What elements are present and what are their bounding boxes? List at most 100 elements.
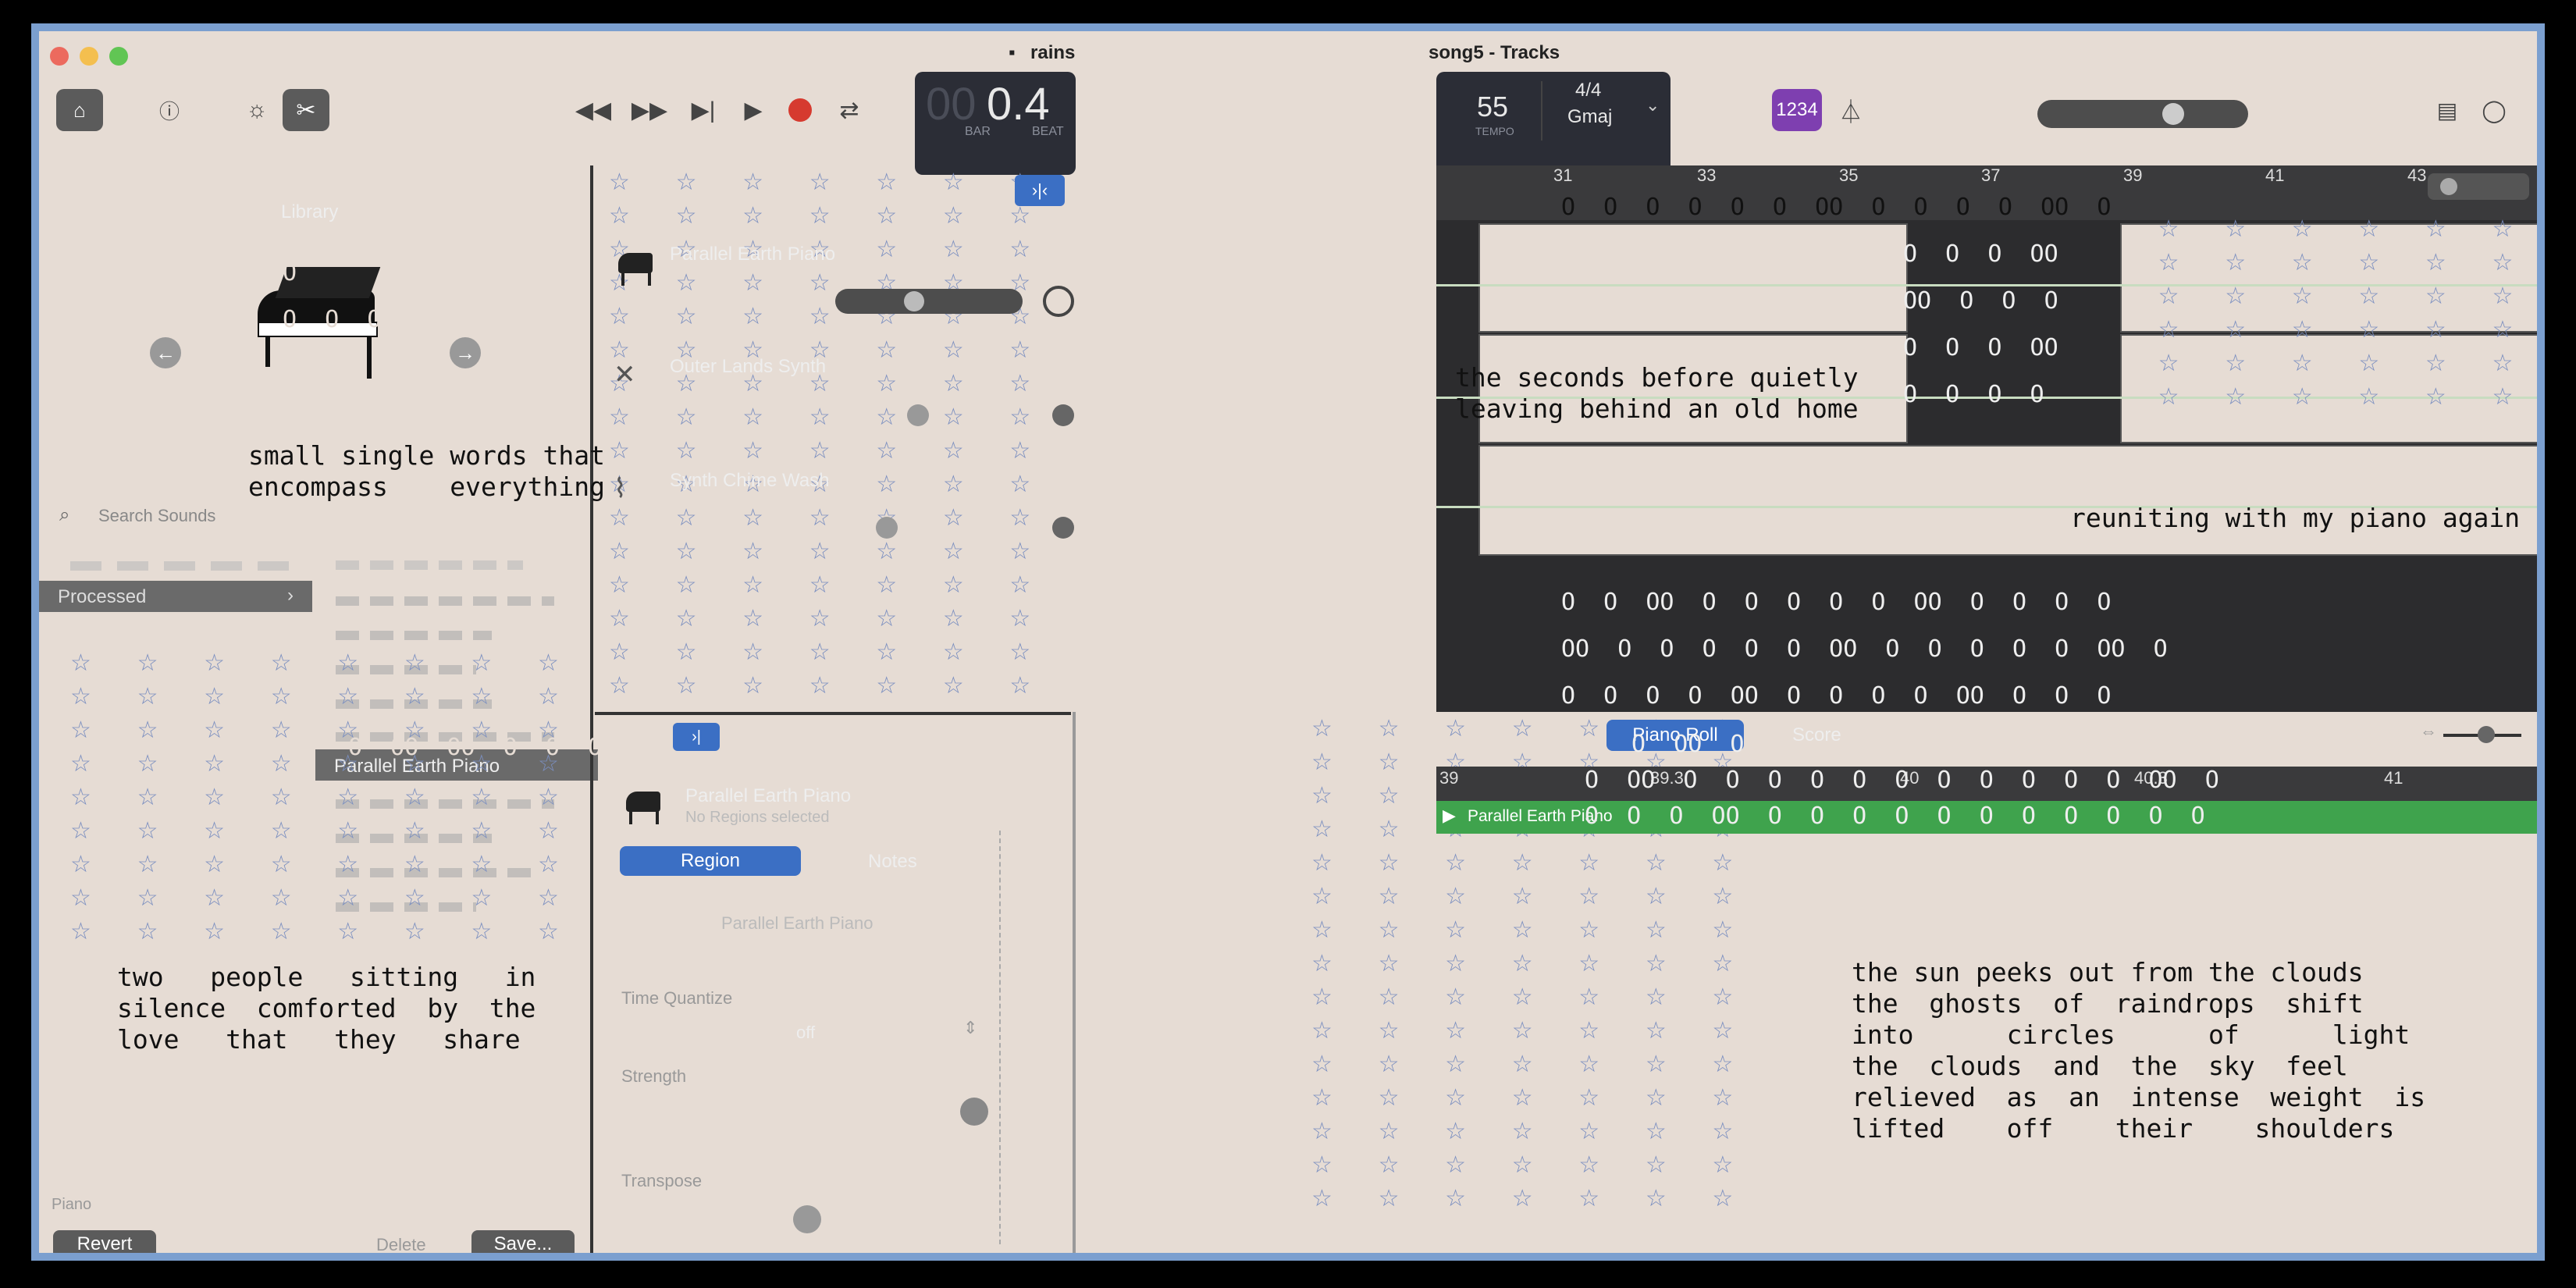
tab-notes[interactable]: Notes: [868, 851, 917, 873]
star-overlay: ☆ ☆ ☆ ☆ ☆ ☆ ☆ ☆ ☆ ☆ ☆ ☆ ☆ ☆ ☆ ☆ ☆ ☆ ☆ ☆ …: [70, 650, 570, 945]
key-signature: Gmaj: [1567, 106, 1613, 127]
list-faded-row: [336, 631, 492, 640]
region-name-field[interactable]: Parallel Earth Piano: [721, 913, 873, 934]
ruler-bar-41: 41: [2265, 165, 2285, 185]
notepad-icon[interactable]: ▤: [2428, 89, 2467, 131]
region-label: Outer Lands Synth: [1491, 337, 1615, 354]
tracks-area[interactable]: 31 33 35 37 39 41 43 Outer Lands Synth P…: [1436, 165, 2537, 712]
track-pan-knob[interactable]: [1043, 286, 1074, 317]
next-patch-icon[interactable]: →: [450, 337, 481, 368]
list-faded-row: [336, 560, 523, 570]
zoom-slider-knob[interactable]: [2440, 178, 2457, 195]
poem-text: reuniting with my piano again: [2070, 503, 2521, 533]
master-volume-knob[interactable]: [2162, 103, 2184, 125]
track-volume-knob[interactable]: [907, 404, 929, 426]
loop-browser-icon[interactable]: ◯: [2475, 89, 2514, 131]
tab-score[interactable]: Score: [1792, 724, 1841, 746]
footer-path[interactable]: Piano: [52, 1196, 91, 1214]
title-bar: ▪ rains song5 - Tracks: [39, 31, 2537, 72]
track-pan-knob[interactable]: [1052, 404, 1074, 426]
previous-patch-icon[interactable]: ←: [150, 337, 181, 368]
time-quantize-select[interactable]: off: [796, 1023, 815, 1043]
lcd-display[interactable]: 00 0.4 BAR BEAT: [915, 72, 1076, 175]
catch-playhead-icon[interactable]: ›|‹: [1015, 175, 1065, 206]
library-title: Library: [281, 201, 339, 222]
inspector-divider: [595, 712, 1071, 715]
lcd-bar-label: BAR: [965, 125, 991, 138]
close-button[interactable]: [50, 47, 69, 66]
revert-button[interactable]: Revert: [53, 1230, 156, 1253]
region-play-icon: ▶: [1443, 806, 1456, 825]
strength-knob[interactable]: [960, 1098, 988, 1126]
zeros-overlay: O OO: [250, 540, 321, 568]
lcd-beat-label: BEAT: [1032, 125, 1064, 138]
editor-zoom-slider[interactable]: [2443, 726, 2521, 743]
inspector-track-name: Parallel Earth Piano: [685, 785, 852, 806]
list-faded-row: [336, 596, 554, 606]
record-button[interactable]: [781, 89, 820, 131]
editor-ruler-39: 39: [1439, 768, 1459, 788]
play-icon[interactable]: ▶: [734, 89, 773, 131]
synth-icon: ✕: [614, 360, 636, 390]
window-frame: ▪ rains song5 - Tracks ⌂ ⓘ ☼ ✂ ◀◀ ▶▶ ▶| …: [31, 23, 2545, 1261]
time-signature: 4/4: [1575, 80, 1602, 101]
fast-forward-icon[interactable]: ▶▶: [628, 89, 671, 131]
lcd-divider: [1541, 81, 1542, 141]
go-to-end-icon[interactable]: ▶|: [684, 89, 723, 131]
record-icon: [788, 98, 812, 122]
title-lock-icon: ▪: [1009, 42, 1016, 63]
tempo-value: 55: [1477, 91, 1509, 123]
ruler-bar-31: 31: [1553, 165, 1573, 185]
count-in-button[interactable]: 1234: [1772, 89, 1822, 131]
lcd-bar-digits: 00: [926, 79, 977, 130]
metronome-icon[interactable]: ⏃: [1831, 89, 1870, 131]
regions-selected-text: No Regions selected: [685, 809, 830, 826]
smart-controls-icon[interactable]: ☼: [236, 89, 278, 131]
inspector-guide: [999, 831, 1002, 1244]
zoom-button[interactable]: [109, 47, 128, 66]
zeros-overlay: O OO O: [1631, 731, 1745, 758]
region-label: Synth Chime Wash: [1491, 448, 1617, 464]
sidebar-item-processed[interactable]: Processed ›: [39, 581, 312, 612]
cycle-icon[interactable]: ⇄: [827, 89, 871, 131]
track-volume-knob[interactable]: [904, 291, 924, 311]
zoom-slider[interactable]: [2428, 173, 2529, 200]
editors-scissors-icon[interactable]: ✂: [283, 89, 329, 131]
ruler-bar-37: 37: [1981, 165, 2001, 185]
editor-zoom-icon: ⇔: [2420, 721, 2437, 741]
track-name[interactable]: Synth Chime Wash: [670, 470, 830, 492]
window-title-left: rains: [1030, 42, 1076, 63]
zeros-overlay: O O O O O O OO O O O O OO O: [1561, 194, 2112, 221]
search-icon: ⌕: [59, 504, 70, 525]
poem-text: the sun peeks out from the clouds the gh…: [1852, 957, 2426, 1144]
transpose-label: Transpose: [621, 1171, 703, 1190]
save-button[interactable]: Save...: [471, 1230, 575, 1253]
rewind-icon[interactable]: ◀◀: [571, 89, 615, 131]
master-volume-slider[interactable]: [2037, 100, 2248, 128]
library-icon[interactable]: ⌂: [56, 89, 103, 131]
inspector-edge: [1073, 712, 1076, 1253]
editor-zoom-knob[interactable]: [2478, 726, 2495, 743]
piano-icon: [610, 242, 665, 289]
chevron-right-icon: ›: [287, 585, 294, 606]
track-volume-slider[interactable]: [835, 289, 1023, 314]
track-name[interactable]: Parallel Earth Piano: [670, 244, 835, 265]
lcd-chevron-down-icon[interactable]: ⌄: [1646, 95, 1660, 116]
help-icon[interactable]: ⓘ: [148, 89, 190, 131]
minimize-button[interactable]: [80, 47, 98, 66]
track-name[interactable]: Outer Lands Synth: [670, 356, 826, 378]
tempo-label: TEMPO: [1475, 125, 1514, 137]
garageband-window: ▪ rains song5 - Tracks ⌂ ⓘ ☼ ✂ ◀◀ ▶▶ ▶| …: [39, 31, 2537, 1253]
transpose-knob[interactable]: [793, 1205, 821, 1233]
delete-button[interactable]: Delete: [376, 1235, 426, 1253]
region[interactable]: Outer Lands Synth: [1478, 223, 1908, 333]
search-sounds-input[interactable]: Search Sounds: [98, 506, 215, 526]
inspector-catch-icon[interactable]: ›|: [673, 723, 720, 751]
track-volume-knob[interactable]: [876, 517, 898, 539]
window-title-right: song5 - Tracks: [1429, 42, 1560, 63]
tempo-key-display[interactable]: 55 TEMPO 4/4 Gmaj ⌄: [1436, 72, 1670, 175]
library-divider: [590, 165, 593, 1253]
ruler-bar-39: 39: [2123, 165, 2143, 185]
zeros-overlay: O O O O: [283, 259, 382, 333]
track-pan-knob[interactable]: [1052, 517, 1074, 539]
